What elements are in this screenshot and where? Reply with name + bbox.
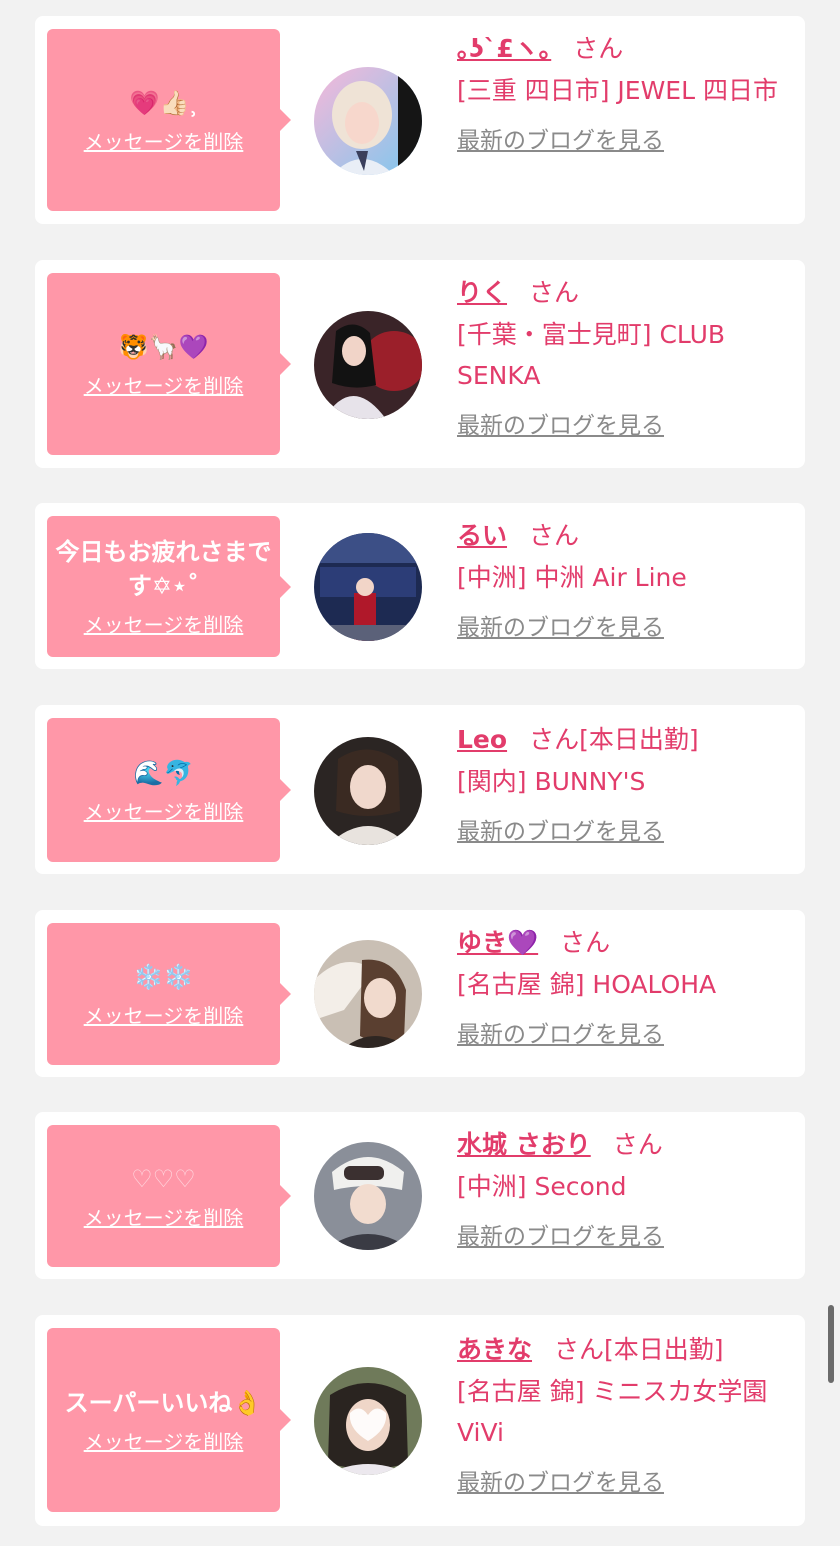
latest-blog-link[interactable]: 最新のブログを見る bbox=[457, 1217, 664, 1251]
shop-name: [名古屋 錦] HOALOHA bbox=[457, 970, 717, 999]
cast-info: ゆき💜 さん [名古屋 錦] HOALOHA 最新のブログを見る bbox=[457, 924, 797, 1049]
cast-info: 水城 さおり さん [中洲] Second 最新のブログを見る bbox=[457, 1126, 797, 1251]
name-row: ゆき💜 さん bbox=[457, 924, 797, 962]
message-text: 🐯🦙💜 bbox=[118, 332, 209, 361]
name-row: ｡ʖˋ£ヽ｡ さん bbox=[457, 30, 797, 68]
cast-name-link[interactable]: ゆき💜 bbox=[457, 928, 538, 957]
message-card: スーパーいいね👌 メッセージを削除 あきな さん[本日出勤] [名古屋 錦] ミニ… bbox=[35, 1315, 805, 1526]
latest-blog-link[interactable]: 最新のブログを見る bbox=[457, 121, 664, 155]
cast-info: ｡ʖˋ£ヽ｡ さん [三重 四日市] JEWEL 四日市 最新のブログを見る bbox=[457, 30, 797, 155]
message-text: 💗👍🏻⸒ bbox=[129, 88, 198, 117]
shop-name: [関内] BUNNY'S bbox=[457, 767, 646, 796]
cast-name-link[interactable]: あきな bbox=[457, 1335, 532, 1364]
message-card: ♡♡♡ メッセージを削除 水城 さおり さん [中洲] Second 最新のブログ… bbox=[35, 1112, 805, 1279]
cast-name-link[interactable]: Leo bbox=[457, 725, 507, 754]
san-suffix: さん[本日出勤] bbox=[554, 1335, 724, 1364]
shop-name: [名古屋 錦] ミニスカ女学園ViVi bbox=[457, 1377, 768, 1447]
name-row: るい さん bbox=[457, 517, 797, 555]
message-bubble: 🌊🐬 メッセージを削除 bbox=[47, 718, 291, 862]
message-text: ♡♡♡ bbox=[131, 1164, 196, 1193]
message-bubble: スーパーいいね👌 メッセージを削除 bbox=[47, 1328, 291, 1512]
shop-name: [中洲] 中洲 Air Line bbox=[457, 563, 687, 592]
delete-message-link[interactable]: メッセージを削除 bbox=[84, 370, 244, 399]
message-bubble: 🐯🦙💜 メッセージを削除 bbox=[47, 273, 291, 455]
cast-name-link[interactable]: ｡ʖˋ£ヽ｡ bbox=[457, 34, 551, 63]
avatar[interactable] bbox=[314, 1367, 422, 1475]
avatar[interactable] bbox=[314, 737, 422, 845]
san-suffix: さん bbox=[612, 1130, 663, 1159]
name-row: りく さん bbox=[457, 274, 797, 312]
latest-blog-link[interactable]: 最新のブログを見る bbox=[457, 1015, 664, 1049]
cast-name-link[interactable]: 水城 さおり bbox=[457, 1130, 591, 1159]
message-text: ❄️❄️ bbox=[133, 962, 194, 991]
shop-name: [千葉・富士見町] CLUB SENKA bbox=[457, 320, 726, 390]
san-suffix: さん bbox=[529, 278, 580, 307]
avatar[interactable] bbox=[314, 1142, 422, 1250]
scrollbar[interactable] bbox=[828, 1305, 834, 1383]
shop-name: [三重 四日市] JEWEL 四日市 bbox=[457, 76, 778, 105]
message-text: 🌊🐬 bbox=[133, 758, 194, 787]
cast-name-link[interactable]: りく bbox=[457, 278, 507, 307]
message-bubble: 今日もお疲れさまです✡⋆˚ メッセージを削除 bbox=[47, 516, 291, 657]
cast-info: Leo さん[本日出勤] [関内] BUNNY'S 最新のブログを見る bbox=[457, 721, 797, 846]
latest-blog-link[interactable]: 最新のブログを見る bbox=[457, 406, 664, 440]
message-card: 今日もお疲れさまです✡⋆˚ メッセージを削除 るい さん [中洲] 中洲 Air … bbox=[35, 503, 805, 669]
avatar[interactable] bbox=[314, 67, 422, 175]
message-card: 🌊🐬 メッセージを削除 Leo さん[本日出勤] [関内] BUNNY'S 最新の… bbox=[35, 705, 805, 874]
message-bubble: ♡♡♡ メッセージを削除 bbox=[47, 1125, 291, 1267]
avatar[interactable] bbox=[314, 940, 422, 1048]
message-card: 💗👍🏻⸒ メッセージを削除 ｡ʖˋ£ヽ｡ さん [三重 四日市] JEWEL 四日… bbox=[35, 16, 805, 224]
delete-message-link[interactable]: メッセージを削除 bbox=[84, 1202, 244, 1231]
message-bubble: ❄️❄️ メッセージを削除 bbox=[47, 923, 291, 1065]
message-bubble: 💗👍🏻⸒ メッセージを削除 bbox=[47, 29, 291, 211]
delete-message-link[interactable]: メッセージを削除 bbox=[84, 126, 244, 155]
name-row: Leo さん[本日出勤] bbox=[457, 721, 797, 759]
cast-info: あきな さん[本日出勤] [名古屋 錦] ミニスカ女学園ViVi 最新のブログを見… bbox=[457, 1331, 797, 1497]
avatar[interactable] bbox=[314, 311, 422, 419]
message-card: 🐯🦙💜 メッセージを削除 りく さん [千葉・富士見町] CLUB SENKA 最… bbox=[35, 260, 805, 468]
message-text: 今日もお疲れさまです✡⋆˚ bbox=[55, 538, 272, 600]
delete-message-link[interactable]: メッセージを削除 bbox=[84, 609, 244, 638]
avatar[interactable] bbox=[314, 533, 422, 641]
delete-message-link[interactable]: メッセージを削除 bbox=[84, 796, 244, 825]
latest-blog-link[interactable]: 最新のブログを見る bbox=[457, 608, 664, 642]
san-suffix: さん bbox=[529, 521, 580, 550]
san-suffix: さん[本日出勤] bbox=[529, 725, 699, 754]
delete-message-link[interactable]: メッセージを削除 bbox=[84, 1426, 244, 1455]
latest-blog-link[interactable]: 最新のブログを見る bbox=[457, 1463, 664, 1497]
latest-blog-link[interactable]: 最新のブログを見る bbox=[457, 812, 664, 846]
san-suffix: さん bbox=[573, 34, 624, 63]
message-card: ❄️❄️ メッセージを削除 ゆき💜 さん [名古屋 錦] HOALOHA 最新のブ… bbox=[35, 910, 805, 1077]
cast-name-link[interactable]: るい bbox=[457, 521, 507, 550]
shop-name: [中洲] Second bbox=[457, 1172, 627, 1201]
name-row: あきな さん[本日出勤] bbox=[457, 1331, 797, 1369]
san-suffix: さん bbox=[560, 928, 611, 957]
message-text: スーパーいいね👌 bbox=[64, 1388, 263, 1417]
cast-info: るい さん [中洲] 中洲 Air Line 最新のブログを見る bbox=[457, 517, 797, 642]
name-row: 水城 さおり さん bbox=[457, 1126, 797, 1164]
cast-info: りく さん [千葉・富士見町] CLUB SENKA 最新のブログを見る bbox=[457, 274, 797, 440]
delete-message-link[interactable]: メッセージを削除 bbox=[84, 1000, 244, 1029]
